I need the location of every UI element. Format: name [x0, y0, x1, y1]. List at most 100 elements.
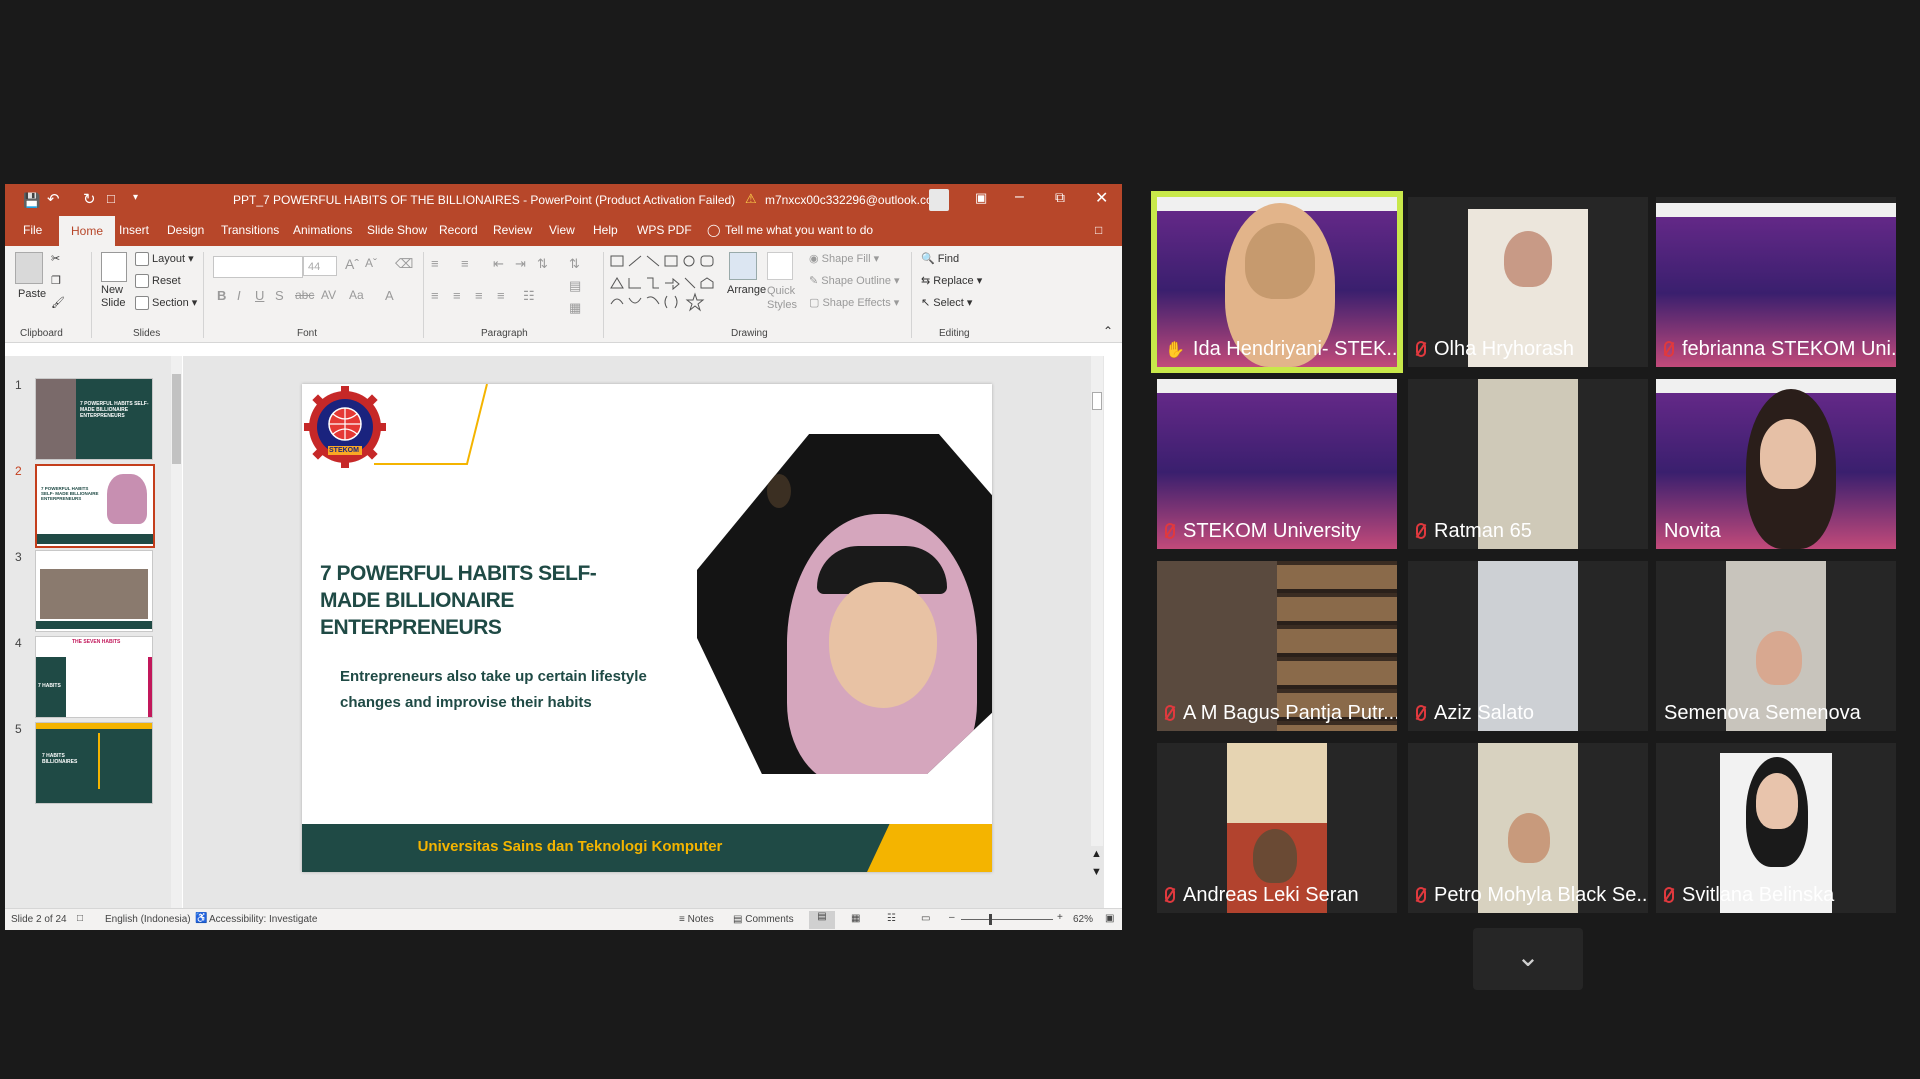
new-slide-button[interactable]: New Slide [101, 284, 131, 310]
format-painter-icon[interactable]: 🖌 [51, 296, 65, 309]
spell-check-icon[interactable]: □ [77, 913, 83, 924]
slide-canvas[interactable]: STEKOM 7 POWERFUL HABITS SELF- MADE BILL… [302, 384, 992, 872]
tab-insert[interactable]: Insert [119, 223, 149, 237]
change-case-icon[interactable]: Aa [349, 288, 364, 302]
find-button[interactable]: 🔍 Find [921, 252, 959, 265]
tab-slide-show[interactable]: Slide Show [367, 223, 427, 237]
slideshow-icon[interactable]: ▭ [921, 913, 930, 924]
tab-design[interactable]: Design [167, 223, 204, 237]
zoom-slider-thumb[interactable] [989, 914, 992, 925]
replace-button[interactable]: ⇆ Replace ▾ [921, 274, 982, 287]
account-email[interactable]: m7nxcx00c332296@outlook.com [765, 193, 943, 207]
slide-thumbnail[interactable]: 7 HABITS BILLIONAIRES [35, 722, 153, 804]
language-indicator[interactable]: English (Indonesia) [105, 914, 191, 925]
shape-outline-button[interactable]: ✎ Shape Outline ▾ [809, 274, 900, 287]
normal-view-icon[interactable]: ▤ [809, 911, 835, 929]
redo-icon[interactable]: ↻ [83, 190, 96, 208]
save-icon[interactable]: 💾 [23, 192, 40, 209]
avatar[interactable] [929, 189, 949, 211]
align-right-icon[interactable]: ≡ [475, 288, 483, 303]
scroll-thumb[interactable] [172, 374, 181, 464]
strikethrough-icon[interactable]: abc [295, 288, 314, 302]
smartart-icon[interactable]: ▦ [569, 300, 581, 316]
next-slide-icon[interactable]: ▼ [1091, 866, 1102, 878]
slide-thumbnail[interactable]: 7 POWERFUL HABITS SELF-MADE BILLIONAIRE … [35, 378, 153, 460]
increase-indent-icon[interactable]: ⇥ [515, 256, 526, 272]
shape-effects-button[interactable]: ▢ Shape Effects ▾ [809, 296, 899, 309]
new-slide-icon[interactable] [101, 252, 127, 282]
tab-file[interactable]: File [23, 223, 42, 237]
tab-animations[interactable]: Animations [293, 223, 352, 237]
section-button[interactable]: Section ▾ [135, 296, 197, 311]
decrease-font-icon[interactable]: Aˇ [365, 256, 377, 270]
zoom-level[interactable]: 62% [1073, 914, 1093, 925]
tab-wps-pdf[interactable]: WPS PDF [637, 223, 692, 237]
shadow-icon[interactable]: S [275, 288, 284, 303]
participant-tile[interactable]: Svitlana Belinska [1656, 743, 1896, 913]
decrease-indent-icon[interactable]: ⇤ [493, 256, 504, 272]
reset-button[interactable]: Reset [135, 274, 181, 288]
tab-record[interactable]: Record [439, 223, 478, 237]
italic-icon[interactable]: I [237, 288, 241, 303]
tell-me-search[interactable]: Tell me what you want to do [725, 223, 873, 237]
collapse-ribbon-icon[interactable]: ⌃ [1103, 324, 1113, 338]
participant-tile[interactable]: Ratman 65 [1408, 379, 1648, 549]
slide-thumbnail-selected[interactable]: 7 POWERFUL HABITS SELF- MADE BILLIONAIRE… [35, 464, 155, 548]
comments-icon[interactable]: □ [1095, 223, 1102, 237]
zoom-slider[interactable] [961, 914, 1053, 925]
paste-button[interactable]: Paste [18, 288, 46, 300]
arrange-button[interactable]: Arrange [727, 284, 766, 296]
clear-format-icon[interactable]: ⌫ [395, 256, 413, 272]
participant-tile[interactable]: Petro Mohyla Black Se... [1408, 743, 1648, 913]
numbering-icon[interactable]: ≡ [461, 256, 469, 271]
scroll-thumb[interactable] [1092, 392, 1102, 410]
underline-icon[interactable]: U [255, 288, 264, 303]
slide-thumbnail[interactable]: 7 HABITS THE SEVEN HABITS [35, 636, 153, 718]
text-direction-icon[interactable]: ⇅ [569, 256, 580, 272]
tab-view[interactable]: View [549, 223, 575, 237]
cut-icon[interactable]: ✂ [51, 252, 60, 265]
slide-sorter-icon[interactable]: ▦ [851, 913, 860, 924]
shapes-gallery[interactable] [609, 254, 719, 314]
tab-help[interactable]: Help [593, 223, 618, 237]
zoom-in-icon[interactable]: + [1057, 912, 1063, 923]
notes-button[interactable]: ≡ Notes [679, 914, 714, 925]
columns-icon[interactable]: ☷ [523, 288, 535, 304]
participant-tile[interactable]: A M Bagus Pantja Putr... [1157, 561, 1397, 731]
select-button[interactable]: ↖ Select ▾ [921, 296, 972, 309]
zoom-out-icon[interactable]: – [949, 912, 955, 923]
participant-tile[interactable]: Andreas Leki Seran [1157, 743, 1397, 913]
participant-tile[interactable]: febrianna STEKOM Uni... [1656, 197, 1896, 367]
accessibility-icon[interactable]: ♿ [195, 913, 207, 924]
shape-fill-button[interactable]: ◉ Shape Fill ▾ [809, 252, 879, 265]
participant-tile[interactable]: STEKOM University [1157, 379, 1397, 549]
slide-thumbnail[interactable] [35, 550, 153, 632]
comments-button[interactable]: ▤ Comments [733, 914, 794, 925]
participant-tile[interactable]: Novita [1656, 379, 1896, 549]
close-icon[interactable]: ✕ [1095, 188, 1108, 208]
prev-slide-icon[interactable]: ▲ [1091, 848, 1102, 860]
start-from-beginning-icon[interactable]: □ [107, 191, 115, 206]
undo-icon[interactable]: ↶ [47, 190, 60, 208]
next-page-button[interactable]: ⌄ [1473, 928, 1583, 990]
participant-tile[interactable]: Olha Hryhorash [1408, 197, 1648, 367]
tab-transitions[interactable]: Transitions [221, 223, 279, 237]
quick-styles-icon[interactable] [767, 252, 793, 280]
arrange-icon[interactable] [729, 252, 757, 280]
participant-tile[interactable]: ✋ Ida Hendriyani- STEK... [1157, 197, 1397, 367]
accessibility-status[interactable]: Accessibility: Investigate [209, 914, 317, 925]
align-center-icon[interactable]: ≡ [453, 288, 461, 303]
customize-toolbar-icon[interactable]: ▾ [133, 192, 138, 203]
minimize-icon[interactable]: – [1015, 188, 1024, 206]
ribbon-display-icon[interactable]: ▣ [975, 190, 987, 206]
layout-button[interactable]: Layout ▾ [135, 252, 194, 267]
paste-icon[interactable] [15, 252, 43, 284]
align-left-icon[interactable]: ≡ [431, 288, 439, 303]
restore-icon[interactable]: ⧉ [1055, 189, 1065, 206]
participant-tile[interactable]: Aziz Salato [1408, 561, 1648, 731]
increase-font-icon[interactable]: Aˆ [345, 256, 359, 272]
bold-icon[interactable]: B [217, 288, 226, 303]
font-color-icon[interactable]: A [385, 288, 394, 303]
font-size-field[interactable]: 44 [303, 256, 337, 276]
font-name-field[interactable] [213, 256, 303, 278]
